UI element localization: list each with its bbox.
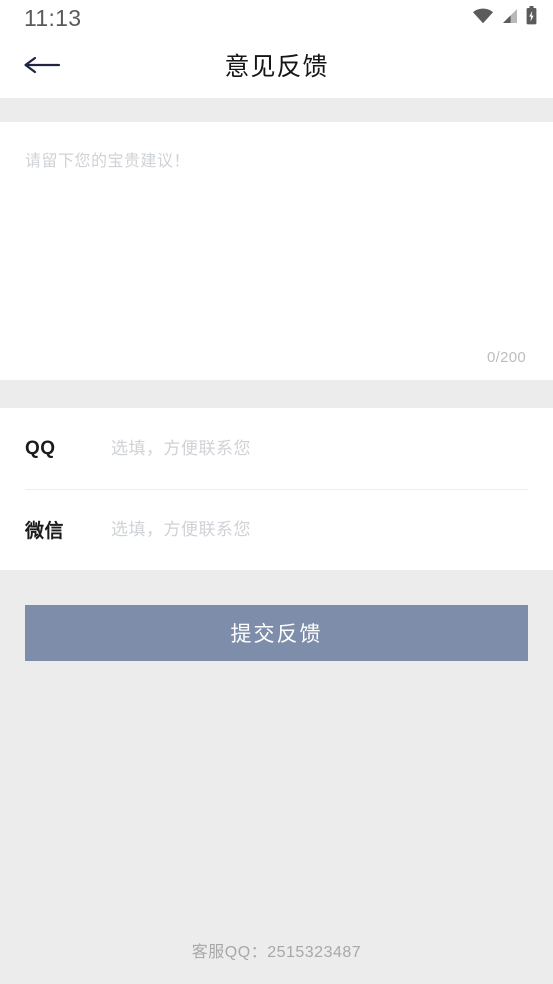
app-screen: 11:13 意见反馈 请留下您的宝贵建议！ 0/200 QQ 选填，方便联系您 … xyxy=(0,0,553,984)
submit-area: 提交反馈 xyxy=(0,570,553,661)
feedback-textarea[interactable] xyxy=(25,150,528,349)
status-bar-time: 11:13 xyxy=(24,4,82,31)
arrow-left-icon xyxy=(22,54,62,81)
page-title: 意见反馈 xyxy=(224,52,329,81)
character-counter: 0/200 xyxy=(486,349,526,366)
back-button[interactable] xyxy=(14,44,70,90)
wifi-icon xyxy=(472,8,494,29)
battery-charging-icon xyxy=(526,6,537,30)
footer-service-qq: 客服QQ：2515323487 xyxy=(191,944,362,961)
title-bar: 意见反馈 xyxy=(0,36,553,98)
feedback-card: 0/200 xyxy=(0,122,553,380)
contact-card: QQ 微信 xyxy=(0,408,553,570)
section-gap-top xyxy=(0,98,553,122)
status-bar: 11:13 xyxy=(0,0,553,36)
wechat-input[interactable] xyxy=(111,519,528,540)
status-bar-icons xyxy=(472,6,537,30)
contact-row-wechat[interactable]: 微信 xyxy=(0,490,553,570)
qq-label: QQ xyxy=(25,437,56,459)
contact-row-qq[interactable]: QQ xyxy=(0,409,553,489)
qq-input[interactable] xyxy=(111,438,528,459)
signal-icon xyxy=(501,8,519,29)
wechat-label: 微信 xyxy=(25,521,65,542)
submit-feedback-button[interactable]: 提交反馈 xyxy=(25,605,528,661)
section-gap-middle xyxy=(0,380,553,408)
flex-spacer xyxy=(0,661,553,938)
